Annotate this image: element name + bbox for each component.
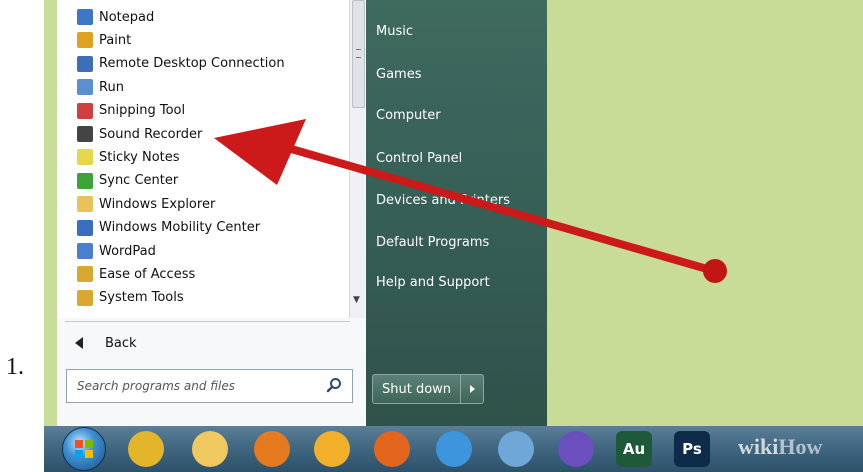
messenger-icon[interactable] — [558, 431, 594, 467]
screenshot: Notepad Paint Remote Desktop Connection Run… — [44, 0, 863, 472]
watermark-how: How — [778, 434, 823, 459]
arrow-tail-dot — [703, 259, 727, 283]
arrow-shaft — [270, 140, 718, 275]
firefox-icon[interactable] — [374, 431, 410, 467]
step-number: 1. — [6, 354, 24, 380]
media-player-icon[interactable] — [254, 431, 290, 467]
start-button[interactable] — [62, 427, 106, 471]
chrome-icon[interactable] — [128, 431, 164, 467]
safari-icon[interactable] — [498, 431, 534, 467]
photoshop-icon[interactable]: Ps — [674, 431, 710, 467]
app-icon[interactable] — [314, 431, 350, 467]
windows-logo-icon — [75, 440, 93, 458]
annotation-arrow — [214, 119, 727, 283]
wikihow-watermark: wikiHow — [738, 434, 822, 460]
taskbar: wikiHow Au Ps — [44, 426, 863, 472]
internet-explorer-icon[interactable] — [436, 431, 472, 467]
watermark-wiki: wiki — [738, 434, 779, 459]
audition-icon[interactable]: Au — [616, 431, 652, 467]
folder-icon[interactable] — [192, 431, 228, 467]
